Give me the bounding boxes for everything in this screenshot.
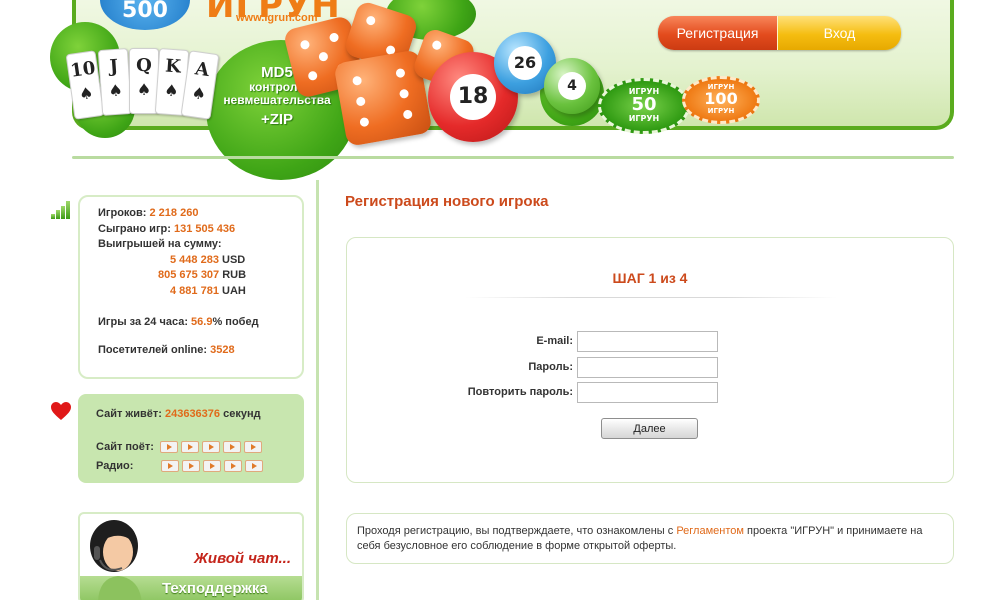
step-indicator: ШАГ 1 из 4 <box>612 270 688 286</box>
live-chat-panel[interactable]: Живой чат... Техподдержка <box>78 512 304 600</box>
day-games-stat: Игры за 24 часа: 56.9% побед <box>98 316 259 328</box>
sidebar-divider <box>316 180 319 600</box>
terms-notice: Проходя регистрацию, вы подтверждаете, ч… <box>346 513 954 564</box>
password-repeat-field[interactable] <box>577 382 718 403</box>
auth-buttons: Регистрация Вход <box>658 16 901 50</box>
sings-play-button-2[interactable] <box>180 440 199 453</box>
players-stat: Игроков: 2 218 260 <box>98 207 199 219</box>
signal-bars-icon <box>51 201 73 219</box>
support-operator-avatar <box>90 520 142 600</box>
winnings-label: Выигрышей на сумму: <box>98 238 222 250</box>
site-header: 500 10 ♠ J ♠ Q ♠ K ♠ A ♠ ИГРУН www.Igrun.com … <box>0 0 1000 180</box>
register-button[interactable]: Регистрация <box>658 16 778 50</box>
page-title: Регистрация нового игрока <box>345 193 549 210</box>
live-chat-title: Живой чат... <box>194 550 291 567</box>
chip-100-decoration: ИГРУН 100 ИГРУН <box>682 76 760 124</box>
radio-play-button-5[interactable] <box>245 459 264 472</box>
password-label: Пароль: <box>528 361 573 373</box>
next-button[interactable]: Далее <box>601 418 698 439</box>
winnings-uah: 4 881 781 UAH <box>170 284 246 297</box>
support-title: Техподдержка <box>162 580 268 597</box>
sings-play-button-3[interactable] <box>201 440 220 453</box>
radio-play-button-1[interactable] <box>161 459 180 472</box>
login-button[interactable]: Вход <box>778 16 901 50</box>
playing-card-j: J ♠ <box>97 48 133 116</box>
radio-player-buttons <box>161 459 264 472</box>
password-row: Пароль: <box>347 357 953 379</box>
radio-play-button-2[interactable] <box>182 459 201 472</box>
site-logo-url: www.Igrun.com <box>236 12 318 24</box>
lotto-ball-4: 4 <box>544 58 600 114</box>
sings-play-button-1[interactable] <box>159 440 178 453</box>
sings-play-button-5[interactable] <box>243 440 262 453</box>
sings-play-button-4[interactable] <box>222 440 241 453</box>
site-alive-row: Сайт живёт: 243636376 секунд <box>96 407 261 420</box>
password-repeat-label: Повторить пароль: <box>467 386 573 398</box>
radio-play-button-3[interactable] <box>203 459 222 472</box>
email-label: E-mail: <box>536 335 573 347</box>
registration-form: ШАГ 1 из 4 E-mail: Пароль: Повторить пар… <box>346 237 954 483</box>
md5-line2: невмешательства <box>223 93 331 107</box>
email-field[interactable] <box>577 331 718 352</box>
radio-row: Радио: <box>96 456 304 475</box>
email-row: E-mail: <box>347 331 953 353</box>
radio-play-button-4[interactable] <box>224 459 243 472</box>
site-sings-row: Сайт поёт: <box>96 437 304 456</box>
games-stat: Сыграно игр: 131 505 436 <box>98 222 236 235</box>
step-divider <box>465 297 837 298</box>
password-repeat-row: Повторить пароль: <box>347 382 953 404</box>
header-divider <box>72 156 954 159</box>
rules-link[interactable]: Регламентом <box>676 525 744 537</box>
site-alive-panel: Сайт живёт: 243636376 секунд Сайт поёт: … <box>78 394 304 483</box>
chip-50-decoration: ИГРУН 50 ИГРУН <box>598 78 690 134</box>
md5-zip: +ZIP <box>260 111 294 128</box>
winnings-usd: 5 448 283 USD <box>170 253 246 266</box>
notice-text-before: Проходя регистрацию, вы подтверждаете, ч… <box>357 525 677 537</box>
online-stat: Посетителей online: 3528 <box>98 343 235 356</box>
password-field[interactable] <box>577 357 718 378</box>
site-statistics-panel: Игроков: 2 218 260 Сыграно игр: 131 505 … <box>78 195 304 379</box>
sings-player-buttons <box>159 440 262 453</box>
heart-icon <box>51 402 71 420</box>
winnings-rub: 805 675 307 RUB <box>158 269 247 281</box>
